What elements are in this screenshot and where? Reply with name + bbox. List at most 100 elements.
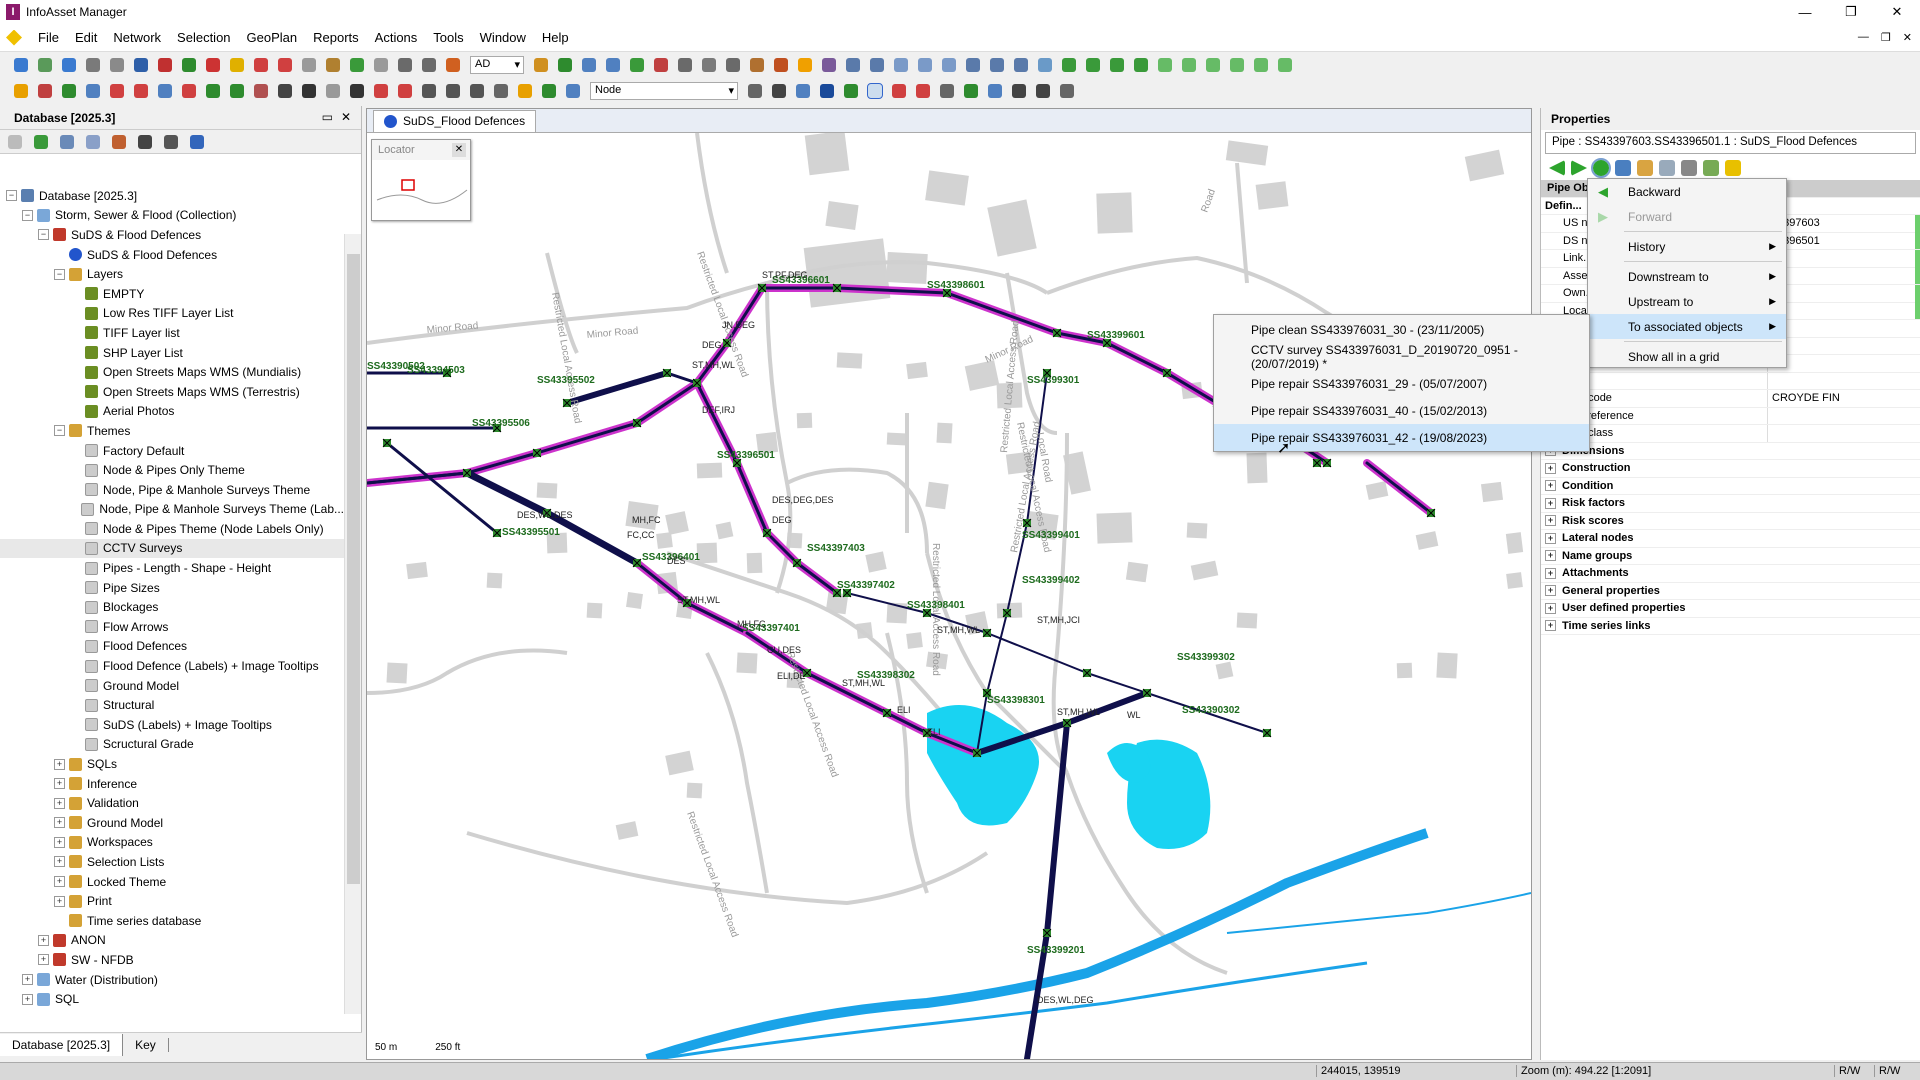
object-path-field[interactable]: Pipe : SS43397603.SS43396501.1 : SuDS_Fl…: [1545, 132, 1916, 154]
tree-item[interactable]: Time series database: [0, 911, 344, 931]
toolbar-icon[interactable]: [206, 58, 220, 72]
toolbar-icon[interactable]: [798, 58, 812, 72]
tree-item[interactable]: SuDS & Flood Defences: [0, 245, 344, 265]
toolbar-icon[interactable]: [1060, 84, 1074, 98]
tree-item[interactable]: Scructural Grade: [0, 735, 344, 755]
property-section[interactable]: + Construction: [1541, 460, 1920, 478]
toolbar-icon[interactable]: [1230, 58, 1244, 72]
close-button[interactable]: ✕: [1874, 0, 1920, 24]
tree-item[interactable]: + Selection Lists: [0, 852, 344, 872]
expand-toggle-icon[interactable]: −: [22, 209, 33, 221]
tree-item[interactable]: + Water (Distribution): [0, 970, 344, 990]
tree-item[interactable]: − Themes: [0, 421, 344, 441]
toolbar-icon[interactable]: [254, 84, 268, 98]
expand-toggle-icon[interactable]: +: [54, 778, 65, 790]
property-section[interactable]: + Name groups: [1541, 548, 1920, 565]
save-icon[interactable]: [1681, 160, 1697, 176]
tree-item[interactable]: CCTV Surveys: [0, 538, 344, 559]
expand-toggle-icon[interactable]: +: [1545, 585, 1556, 597]
property-section[interactable]: + General properties: [1541, 583, 1920, 600]
tree-item[interactable]: − SuDS & Flood Defences: [0, 225, 344, 245]
tab-geoplan-map[interactable]: SuDS_Flood Defences: [373, 109, 537, 132]
tree-item[interactable]: + Print: [0, 891, 344, 911]
mdi-minimize-icon[interactable]: —: [1858, 31, 1869, 44]
toolbar-icon[interactable]: [870, 58, 884, 72]
toolbar-icon[interactable]: [278, 84, 292, 98]
expand-toggle-icon[interactable]: +: [1545, 532, 1556, 544]
menu-window[interactable]: Window: [472, 30, 534, 45]
hierarchy-icon[interactable]: [190, 134, 204, 149]
expand-toggle-icon[interactable]: +: [22, 974, 33, 986]
property-row[interactable]: rage codeCROYDE FIN: [1541, 390, 1920, 408]
toolbar-icon[interactable]: [964, 84, 978, 98]
toolbar-icon[interactable]: [726, 58, 740, 72]
property-value[interactable]: [1765, 267, 1915, 284]
toolbar-icon[interactable]: [796, 84, 810, 98]
toolbar-icon[interactable]: [942, 58, 956, 72]
tree-item[interactable]: Node, Pipe & Manhole Surveys Theme: [0, 480, 344, 500]
navigate-icon[interactable]: [1591, 158, 1611, 178]
up-arrow-icon[interactable]: [8, 134, 22, 149]
expand-toggle-icon[interactable]: +: [54, 876, 65, 888]
property-section[interactable]: + Attachments: [1541, 565, 1920, 583]
property-value[interactable]: [1767, 337, 1917, 354]
menu-item-downstream-to[interactable]: Downstream to ▶: [1588, 264, 1786, 289]
toolbar-icon[interactable]: [534, 58, 548, 72]
toolbar-icon[interactable]: [134, 84, 148, 98]
menu-network[interactable]: Network: [105, 30, 169, 45]
toolbar-icon[interactable]: [894, 58, 908, 72]
toolbar-icon[interactable]: [990, 58, 1004, 72]
toolbar-icon[interactable]: [558, 58, 572, 72]
tree-item[interactable]: + SQL: [0, 989, 344, 1006]
layer-combo[interactable]: AD: [470, 56, 524, 74]
property-section[interactable]: + User defined properties: [1541, 600, 1920, 618]
toolbar-icon[interactable]: [1206, 58, 1220, 72]
toolbar-icon[interactable]: [422, 58, 436, 72]
find-icon[interactable]: [138, 134, 152, 149]
grid-view-icon[interactable]: [60, 134, 74, 149]
locator-window[interactable]: Locator ✕: [371, 139, 471, 221]
tree-view-icon[interactable]: [86, 134, 100, 149]
tree-item[interactable]: Structural: [0, 695, 344, 715]
toolbar-icon[interactable]: [916, 84, 930, 98]
back-arrow-icon[interactable]: [1549, 160, 1565, 176]
toolbar-icon[interactable]: [772, 84, 786, 98]
toolbar-icon[interactable]: [326, 84, 340, 98]
toolbar-icon[interactable]: [966, 58, 980, 72]
expand-toggle-icon[interactable]: +: [1545, 550, 1556, 562]
toolbar-icon[interactable]: [374, 84, 388, 98]
geoplan-map[interactable]: Minor Road Minor RoadRestricted Local Acc…: [367, 133, 1531, 1059]
locator-close-icon[interactable]: ✕: [452, 143, 466, 157]
toolbar-icon[interactable]: [606, 58, 620, 72]
associated-object-item[interactable]: Pipe repair SS433976031_40 - (15/02/2013…: [1214, 397, 1589, 424]
menu-tools[interactable]: Tools: [425, 30, 471, 45]
panel-float-icon[interactable]: ▭: [322, 110, 333, 124]
menu-item-show-all-in-a-grid[interactable]: Show all in a grid: [1588, 344, 1786, 369]
tree-item[interactable]: Node & Pipes Only Theme: [0, 460, 344, 480]
expand-toggle-icon[interactable]: +: [54, 797, 65, 809]
associated-object-item[interactable]: Pipe repair SS433976031_42 - (19/08/2023…: [1214, 424, 1589, 451]
expand-toggle-icon[interactable]: −: [6, 190, 17, 202]
tab-key[interactable]: Key: [123, 1037, 169, 1052]
tree-item[interactable]: + Workspaces: [0, 833, 344, 853]
property-section[interactable]: + Lateral nodes: [1541, 530, 1920, 548]
menu-geoplan[interactable]: GeoPlan: [239, 30, 306, 45]
expand-toggle-icon[interactable]: −: [54, 268, 65, 280]
toolbar-icon[interactable]: [446, 84, 460, 98]
tools-icon[interactable]: [1703, 160, 1719, 176]
toolbar-icon[interactable]: [14, 58, 28, 72]
property-value[interactable]: 43397603: [1765, 215, 1915, 232]
property-section[interactable]: + Risk scores: [1541, 513, 1920, 530]
property-value[interactable]: [1767, 407, 1917, 424]
tree-item[interactable]: Node & Pipes Theme (Node Labels Only): [0, 519, 344, 539]
expand-toggle-icon[interactable]: +: [54, 817, 65, 829]
menu-item-upstream-to[interactable]: Upstream to ▶: [1588, 289, 1786, 314]
associated-object-item[interactable]: Pipe clean SS433976031_30 - (23/11/2005): [1214, 317, 1589, 344]
tree-item[interactable]: Ground Model: [0, 676, 344, 696]
menu-selection[interactable]: Selection: [169, 30, 238, 45]
expand-toggle-icon[interactable]: +: [38, 934, 49, 946]
toolbar-icon[interactable]: [230, 84, 244, 98]
toolbar-icon[interactable]: [822, 58, 836, 72]
toolbar-icon[interactable]: [1012, 84, 1026, 98]
toolbar-icon[interactable]: [374, 58, 388, 72]
